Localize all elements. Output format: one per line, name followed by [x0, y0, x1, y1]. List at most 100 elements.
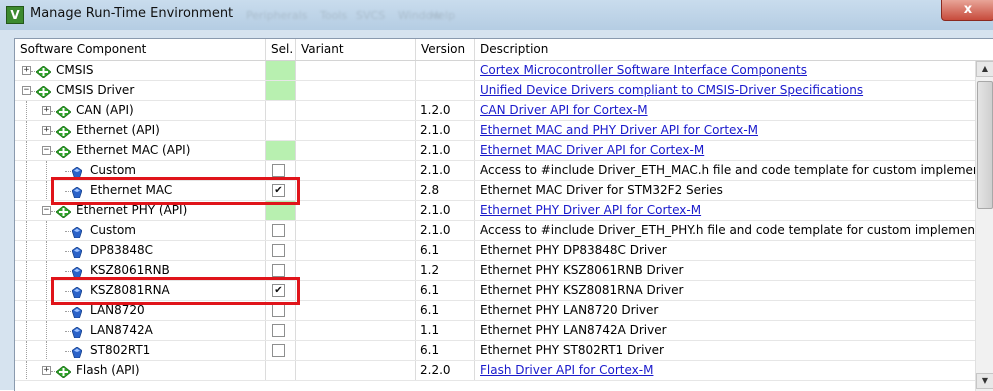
- column-header-version[interactable]: Version: [416, 39, 475, 60]
- sel-cell: [266, 221, 296, 240]
- collapse-icon[interactable]: −: [22, 86, 31, 95]
- selection-highlight-box: [51, 177, 300, 205]
- component-name-cell: + CAN (API): [15, 101, 266, 120]
- green-diamond-icon: [55, 205, 72, 219]
- close-button[interactable]: x: [941, 0, 993, 21]
- expand-icon[interactable]: +: [42, 106, 51, 115]
- variant-cell[interactable]: [296, 101, 416, 120]
- table-row[interactable]: + Flash (API) 2.2.0 Flash Driver API for Co…: [15, 361, 975, 381]
- version-cell: 2.1.0: [416, 161, 475, 180]
- checkbox-unchecked[interactable]: [272, 224, 285, 237]
- component-name: Custom: [90, 223, 136, 237]
- table-row[interactable]: + Ethernet (API) 2.1.0 Ethernet MAC and PHY…: [15, 121, 975, 141]
- blue-gem-icon: [71, 325, 83, 339]
- component-name-cell: Custom: [15, 221, 266, 240]
- version-cell: 2.1.0: [416, 121, 475, 140]
- scroll-up-arrow-icon[interactable]: ▲: [976, 61, 993, 77]
- component-name: Flash (API): [76, 363, 140, 377]
- window-frame: Software Component Sel. Variant Version …: [0, 30, 993, 391]
- variant-cell[interactable]: [296, 361, 416, 380]
- tree-guide-line: [26, 161, 27, 180]
- background-menu-item: Tools: [320, 9, 348, 22]
- variant-cell[interactable]: [296, 201, 416, 220]
- tree-guide-line: [26, 361, 27, 380]
- expand-icon[interactable]: +: [42, 366, 51, 375]
- table-row[interactable]: LAN8742A 1.1 Ethernet PHY LAN8742A Driver: [15, 321, 975, 341]
- window-title: Manage Run-Time Environment: [30, 6, 234, 21]
- table-row[interactable]: + CAN (API) 1.2.0 CAN Driver API for Cortex…: [15, 101, 975, 121]
- variant-cell[interactable]: [296, 241, 416, 260]
- description-link[interactable]: Cortex Microcontroller Software Interfac…: [480, 63, 807, 77]
- table-row[interactable]: ST802RT1 6.1 Ethernet PHY ST802RT1 Driver: [15, 341, 975, 361]
- table-body: + CMSIS Cortex Microcontroller Software In…: [15, 61, 975, 381]
- version-cell: 6.1: [416, 281, 475, 300]
- column-header: Software Component Sel. Variant Version …: [15, 39, 993, 61]
- column-header-variant[interactable]: Variant: [296, 39, 416, 60]
- description-cell: Ethernet PHY ST802RT1 Driver: [475, 341, 975, 360]
- variant-cell[interactable]: [296, 221, 416, 240]
- description-cell: Ethernet PHY KSZ8061RNB Driver: [475, 261, 975, 280]
- variant-cell[interactable]: [296, 261, 416, 280]
- variant-cell[interactable]: [296, 281, 416, 300]
- vertical-scrollbar[interactable]: ▲ ▼: [975, 61, 993, 391]
- tree-guide-line: [26, 101, 27, 120]
- description-link[interactable]: Ethernet PHY Driver API for Cortex-M: [480, 203, 701, 217]
- collapse-icon[interactable]: −: [42, 206, 51, 215]
- expand-icon[interactable]: +: [42, 126, 51, 135]
- background-menu-item: Help: [430, 9, 456, 22]
- variant-cell[interactable]: [296, 61, 416, 80]
- table-row[interactable]: DP83848C 6.1 Ethernet PHY DP83848C Driver: [15, 241, 975, 261]
- column-header-description[interactable]: Description: [475, 39, 975, 60]
- table-row[interactable]: − CMSIS Driver Unified Device Drivers comp…: [15, 81, 975, 101]
- table-row[interactable]: Custom 2.1.0 Access to #include Driver_ETH…: [15, 221, 975, 241]
- component-name-cell: − Ethernet MAC (API): [15, 141, 266, 160]
- scroll-down-arrow-icon[interactable]: ▼: [976, 373, 993, 389]
- component-name: CAN (API): [76, 103, 134, 117]
- tree-guide-line: [26, 241, 27, 260]
- column-header-sel[interactable]: Sel.: [266, 39, 296, 60]
- variant-cell[interactable]: [296, 121, 416, 140]
- version-cell: 2.1.0: [416, 201, 475, 220]
- version-cell: 2.1.0: [416, 141, 475, 160]
- variant-cell[interactable]: [296, 81, 416, 100]
- table-row[interactable]: + CMSIS Cortex Microcontroller Software In…: [15, 61, 975, 81]
- tree-guide-line: [46, 241, 47, 260]
- description-link[interactable]: Ethernet MAC and PHY Driver API for Cort…: [480, 123, 758, 137]
- component-name-cell: DP83848C: [15, 241, 266, 260]
- checkbox-unchecked[interactable]: [272, 344, 285, 357]
- background-menu-item: SVCS: [356, 9, 386, 22]
- tree-guide-line: [26, 341, 27, 360]
- variant-cell[interactable]: [296, 141, 416, 160]
- version-cell: 2.1.0: [416, 221, 475, 240]
- variant-cell[interactable]: [296, 161, 416, 180]
- component-name: ST802RT1: [90, 343, 151, 357]
- collapse-icon[interactable]: −: [42, 146, 51, 155]
- variant-cell[interactable]: [296, 341, 416, 360]
- expand-icon[interactable]: +: [22, 66, 31, 75]
- description-link[interactable]: Ethernet MAC Driver API for Cortex-M: [480, 143, 704, 157]
- table-row[interactable]: − Ethernet MAC (API) 2.1.0 Ethernet MAC Dri…: [15, 141, 975, 161]
- component-name: DP83848C: [90, 243, 154, 257]
- description-link[interactable]: CAN Driver API for Cortex-M: [480, 103, 648, 117]
- checkbox-unchecked[interactable]: [272, 264, 285, 277]
- description-link[interactable]: Flash Driver API for Cortex-M: [480, 363, 653, 377]
- checkbox-unchecked[interactable]: [272, 244, 285, 257]
- tree-guide-line: [46, 281, 47, 300]
- variant-cell[interactable]: [296, 181, 416, 200]
- selection-highlight-box: [51, 277, 300, 305]
- description-cell: Cortex Microcontroller Software Interfac…: [475, 61, 975, 80]
- scroll-thumb[interactable]: [977, 81, 993, 209]
- checkbox-unchecked[interactable]: [272, 164, 285, 177]
- checkbox-unchecked[interactable]: [272, 304, 285, 317]
- column-header-component[interactable]: Software Component: [15, 39, 266, 60]
- description-link[interactable]: Unified Device Drivers compliant to CMSI…: [480, 83, 863, 97]
- tree-guide-line: [46, 321, 47, 340]
- blue-gem-icon: [71, 225, 83, 239]
- tree-guide-line: [46, 341, 47, 360]
- checkbox-unchecked[interactable]: [272, 324, 285, 337]
- tree-guide-line: [26, 261, 27, 280]
- variant-cell[interactable]: [296, 321, 416, 340]
- component-name-cell: + Flash (API): [15, 361, 266, 380]
- sel-cell: [266, 121, 296, 140]
- variant-cell[interactable]: [296, 301, 416, 320]
